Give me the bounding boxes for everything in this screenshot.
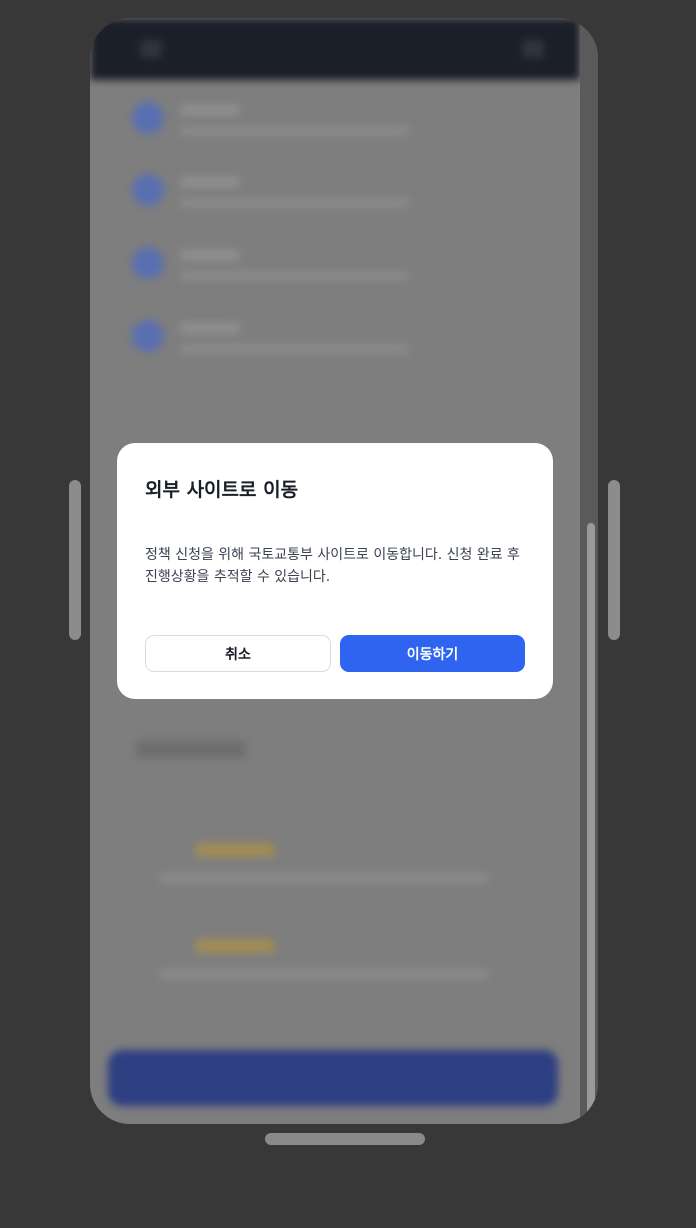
device-side-button-right bbox=[608, 480, 620, 640]
dialog-title: 외부 사이트로 이동 bbox=[145, 479, 299, 501]
list-item bbox=[132, 316, 432, 376]
back-icon bbox=[140, 40, 162, 58]
cancel-button[interactable]: 취소 bbox=[145, 635, 331, 672]
confirm-move-button[interactable]: 이동하기 bbox=[340, 635, 525, 672]
review-item bbox=[159, 935, 499, 995]
device-frame-edge bbox=[580, 18, 598, 1124]
review-item bbox=[159, 839, 499, 899]
external-link-dialog: 외부 사이트로 이동 정책 신청을 위해 국토교통부 사이트로 이동합니다. 신… bbox=[117, 443, 553, 699]
menu-icon bbox=[522, 40, 544, 58]
reviews-card bbox=[132, 808, 524, 1008]
list-item bbox=[132, 98, 432, 158]
bottom-cta-button bbox=[108, 1050, 558, 1106]
dialog-message: 정책 신청을 위해 국토교통부 사이트로 이동합니다. 신청 완료 후 진행상황… bbox=[145, 547, 520, 585]
section-heading bbox=[136, 740, 246, 758]
device-side-button-left bbox=[69, 480, 81, 640]
home-indicator[interactable] bbox=[265, 1133, 425, 1145]
list-item bbox=[132, 243, 432, 303]
list-item bbox=[132, 170, 432, 230]
app-bar bbox=[90, 18, 580, 80]
